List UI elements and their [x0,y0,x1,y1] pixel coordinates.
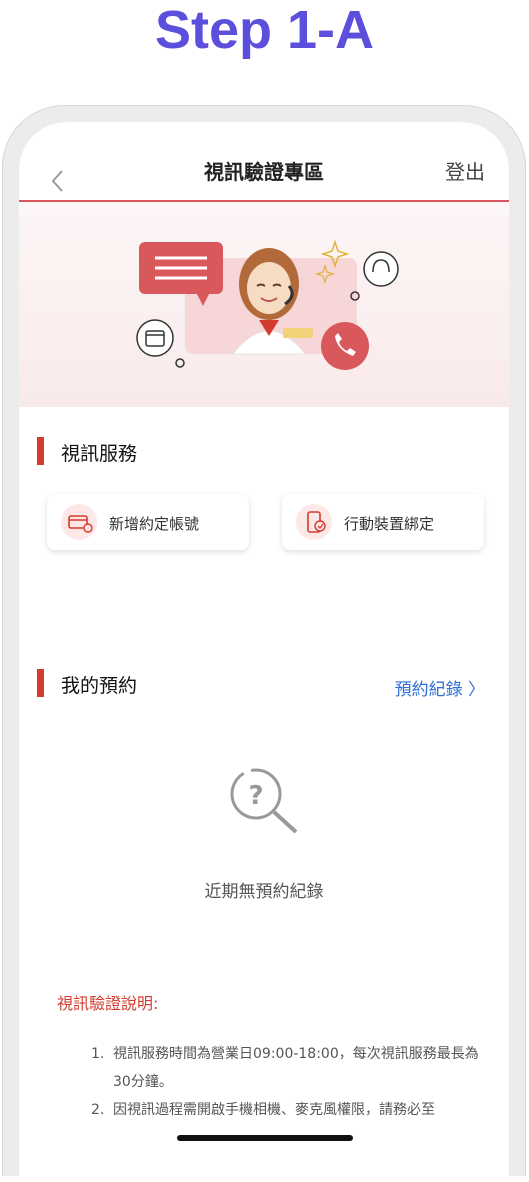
notes-title: 視訊驗證說明: [57,994,159,1013]
customer-service-illustration [136,239,399,370]
note-number: 1. [91,1046,105,1062]
note-item: 2. 因視訊過程需開啟手機相機、麥克風權限，請務必至 [91,1096,491,1124]
note-number: 2. [91,1102,105,1118]
section-accent-bar [37,437,44,465]
svg-text:?: ? [248,781,263,811]
page-title: 視訊驗證專區 [204,160,324,184]
section-accent-bar [37,669,44,697]
add-designated-account-label: 新增約定帳號 [109,515,200,533]
logout-button[interactable]: 登出 [445,156,485,185]
search-question-icon: ? [230,768,298,834]
mobile-bind-icon [296,504,332,540]
hero-banner [19,202,509,407]
mobile-device-binding-button[interactable]: 行動裝置綁定 [282,494,484,550]
video-service-title: 視訊服務 [61,443,138,465]
appointment-records-link[interactable]: 預約紀錄 〉 [395,675,485,700]
home-indicator [177,1135,353,1141]
card-icon [61,504,97,540]
step-title: Step 1-A [154,0,375,60]
note-item: 1. 視訊服務時間為營業日09:00-18:00，每次視訊服務最長為30分鐘。 [91,1040,491,1096]
mobile-device-binding-label: 行動裝置綁定 [344,515,435,533]
note-text: 視訊服務時間為營業日09:00-18:00，每次視訊服務最長為30分鐘。 [113,1046,479,1090]
empty-appointments-text: 近期無預約紀錄 [204,882,324,902]
phone-screen: 視訊驗證專區 登出 視訊服務 新增約定帳號 行動裝置綁定 我的預約 預約紀錄 〉… [19,122,509,1182]
phone-frame: 視訊驗證專區 登出 視訊服務 新增約定帳號 行動裝置綁定 我的預約 預約紀錄 〉… [2,105,526,1182]
nav-bar: 視訊驗證專區 登出 [19,122,509,202]
my-appointments-title: 我的預約 [61,675,138,697]
notes-list: 1. 視訊服務時間為營業日09:00-18:00，每次視訊服務最長為30分鐘。 … [91,1040,491,1124]
add-designated-account-button[interactable]: 新增約定帳號 [47,494,249,550]
note-text: 因視訊過程需開啟手機相機、麥克風權限，請務必至 [113,1102,435,1118]
